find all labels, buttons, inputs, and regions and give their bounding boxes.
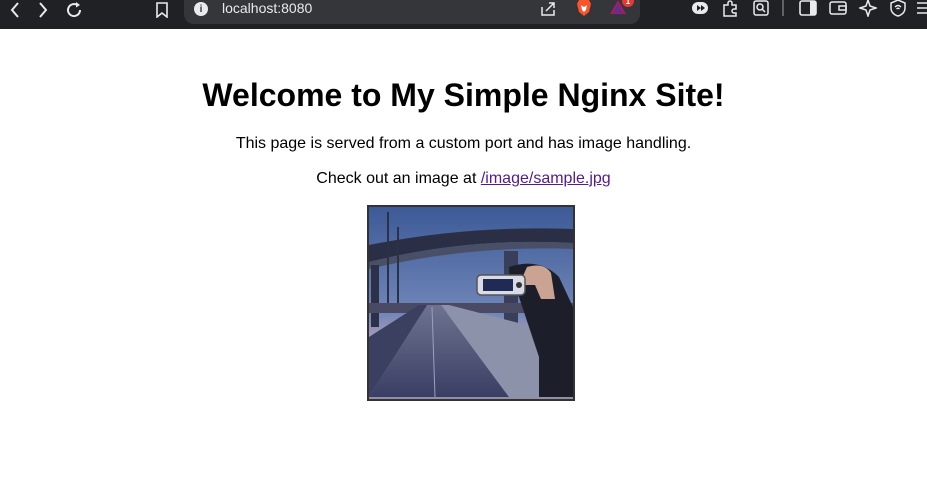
notification-badge: 1 (622, 0, 634, 7)
vpn-shield-icon[interactable] (888, 0, 908, 18)
leo-ai-icon[interactable] (858, 0, 878, 18)
sample-image (367, 205, 575, 401)
browser-toolbar: i localhost:8080 1 (0, 0, 927, 29)
media-icon[interactable] (690, 0, 710, 18)
bookmark-icon[interactable] (154, 0, 170, 20)
url-text[interactable]: localhost:8080 (222, 0, 312, 16)
reader-icon[interactable] (751, 0, 771, 18)
image-paragraph-text: Check out an image at (316, 170, 481, 187)
page-heading: Welcome to My Simple Nginx Site! (202, 77, 725, 113)
extensions-icon[interactable] (720, 0, 740, 18)
toolbar-divider (782, 0, 784, 16)
share-icon[interactable] (540, 2, 556, 21)
intro-paragraph: This page is served from a custom port a… (235, 135, 692, 152)
menu-icon[interactable] (916, 0, 927, 18)
image-paragraph: Check out an image at /image/sample.jpg (0, 170, 927, 188)
reload-icon[interactable] (64, 0, 84, 20)
back-icon[interactable] (6, 0, 24, 20)
page-content: Welcome to My Simple Nginx Site! This pa… (0, 29, 927, 504)
sample-image-graphic (369, 207, 573, 399)
sidebar-icon[interactable] (798, 0, 818, 18)
wallet-icon[interactable] (828, 0, 848, 18)
address-bar[interactable]: i localhost:8080 1 (184, 0, 640, 24)
image-link[interactable]: /image/sample.jpg (481, 170, 611, 187)
brave-shields-icon[interactable] (576, 0, 592, 22)
forward-icon[interactable] (34, 0, 52, 20)
info-icon[interactable]: i (194, 2, 208, 16)
